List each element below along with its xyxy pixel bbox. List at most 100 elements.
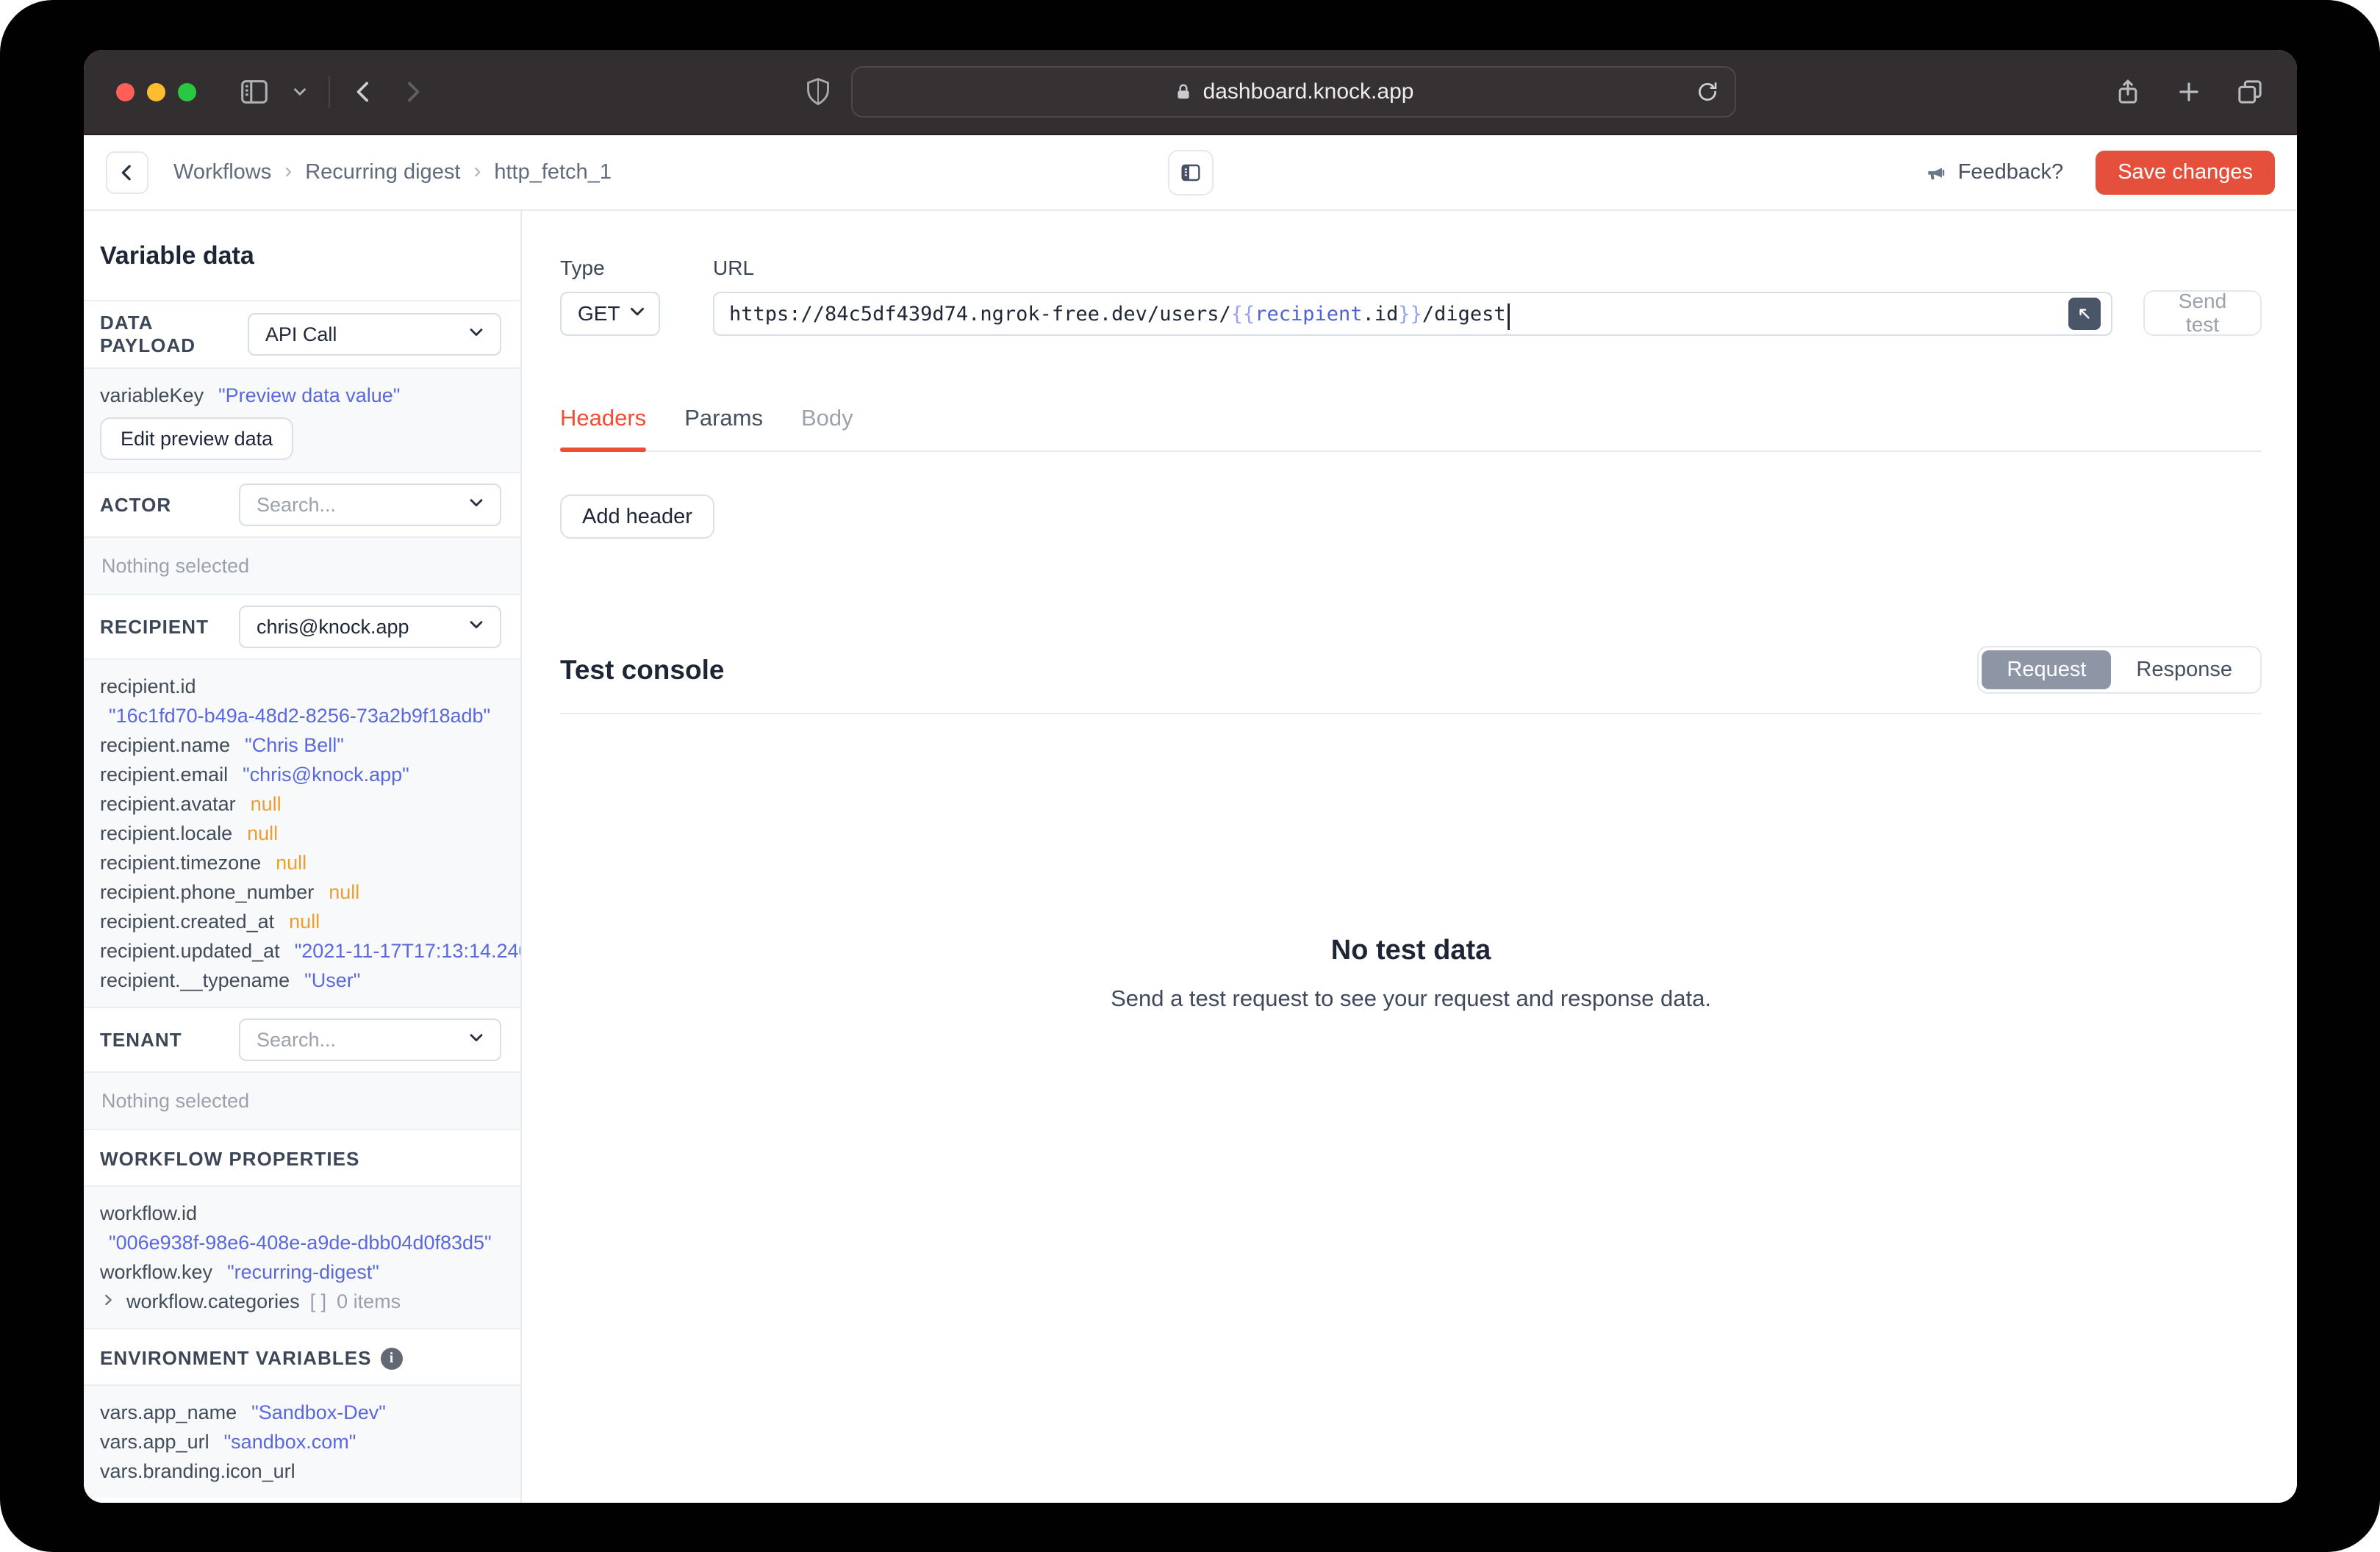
field-value: "006e938f-98e6-408e-a9de-dbb04d0f83d5" bbox=[109, 1232, 492, 1254]
tab-headers[interactable]: Headers bbox=[560, 405, 647, 452]
field-key: recipient.id bbox=[100, 675, 196, 697]
workflow-categories-row[interactable]: workflow.categories [ ] 0 items bbox=[100, 1287, 503, 1316]
add-header-button[interactable]: Add header bbox=[560, 495, 714, 539]
field-value: null bbox=[289, 910, 320, 933]
field-key: recipient.phone_number bbox=[100, 881, 315, 903]
url-segment: .id bbox=[1362, 302, 1399, 326]
environment-variables-header: ENVIRONMENT VARIABLES i bbox=[84, 1328, 520, 1384]
method-group: Type GET bbox=[560, 256, 660, 336]
tenant-select[interactable]: Search... bbox=[239, 1018, 501, 1061]
panel-toggle-icon bbox=[1180, 164, 1200, 181]
field-value: "Sandbox-Dev" bbox=[251, 1401, 386, 1423]
empty-state-title: No test data bbox=[1330, 935, 1491, 966]
back-icon[interactable] bbox=[349, 77, 379, 107]
field-value: "2021-11-17T17:13:14.240Z" bbox=[294, 940, 520, 962]
workflow-properties-label: WORKFLOW PROPERTIES bbox=[100, 1148, 360, 1170]
close-icon[interactable] bbox=[116, 82, 135, 101]
back-button[interactable] bbox=[106, 151, 148, 194]
toggle-request[interactable]: Request bbox=[1982, 650, 2112, 689]
field-value: null bbox=[276, 852, 307, 874]
test-console-divider bbox=[560, 713, 2262, 714]
field-key-row: vars.branding.icon_url bbox=[100, 1456, 503, 1486]
share-icon[interactable] bbox=[2113, 77, 2143, 107]
actor-select[interactable]: Search... bbox=[239, 484, 501, 526]
sidebar-toggle-icon[interactable] bbox=[237, 75, 271, 109]
url-segment: /digest bbox=[1422, 302, 1506, 326]
request-response-toggle: Request Response bbox=[1977, 646, 2262, 694]
breadcrumb-item[interactable]: Recurring digest bbox=[305, 160, 460, 184]
data-payload-value: API Call bbox=[265, 323, 337, 345]
tab-params[interactable]: Params bbox=[684, 405, 763, 450]
field-value: "User" bbox=[304, 969, 361, 991]
actor-placeholder: Search... bbox=[257, 493, 337, 516]
page-header: Workflows › Recurring digest › http_fetch_1 … bbox=[84, 135, 2297, 211]
http-fetch-editor: Type GET URL https://84c5df439d74.ngrok-… bbox=[522, 211, 2297, 1503]
edit-preview-data-button[interactable]: Edit preview data bbox=[100, 417, 294, 460]
field-key: vars.branding.icon_url bbox=[100, 1460, 295, 1482]
address-bar[interactable]: dashboard.knock.app bbox=[851, 66, 1736, 118]
desktop-background: dashboard.knock.app Workflows › Recurrin… bbox=[0, 0, 2380, 1552]
recipient-fields: recipient.id "16c1fd70-b49a-48d2-8256-73a… bbox=[84, 658, 520, 1007]
field-value: "chris@knock.app" bbox=[243, 764, 409, 786]
recipient-row: RECIPIENT chris@knock.app bbox=[84, 594, 520, 658]
zoom-icon[interactable] bbox=[178, 82, 196, 101]
test-console-title: Test console bbox=[560, 654, 725, 685]
reload-icon[interactable] bbox=[1695, 79, 1720, 104]
field-key: variableKey bbox=[100, 384, 204, 406]
recipient-select[interactable]: chris@knock.app bbox=[239, 606, 501, 648]
save-changes-button[interactable]: Save changes bbox=[2096, 150, 2275, 195]
feedback-label: Feedback? bbox=[1957, 160, 2064, 184]
field-row: recipient.timezone null bbox=[100, 848, 503, 877]
environment-variables-label: ENVIRONMENT VARIABLES bbox=[100, 1347, 372, 1369]
tab-overview-icon[interactable] bbox=[2235, 77, 2265, 107]
minimize-icon[interactable] bbox=[147, 82, 165, 101]
send-test-button[interactable]: Send test bbox=[2143, 290, 2262, 336]
toggle-response[interactable]: Response bbox=[2111, 650, 2257, 689]
field-row: vars.app_name "Sandbox-Dev" bbox=[100, 1398, 503, 1427]
breadcrumb-item[interactable]: Workflows bbox=[173, 160, 271, 184]
test-console-header: Test console Request Response bbox=[560, 646, 2262, 694]
new-tab-icon[interactable] bbox=[2175, 78, 2203, 106]
type-label: Type bbox=[560, 256, 605, 279]
url-segment: https://84c5df439d74.ngrok-free.dev/user… bbox=[729, 302, 1231, 326]
url-input[interactable]: https://84c5df439d74.ngrok-free.dev/user… bbox=[713, 292, 2112, 336]
forward-icon[interactable] bbox=[398, 77, 427, 107]
back-chevron-icon bbox=[121, 165, 131, 180]
tab-body[interactable]: Body bbox=[801, 405, 853, 450]
field-row: recipient.email "chris@knock.app" bbox=[100, 760, 503, 789]
panel-toggle-button[interactable] bbox=[1167, 149, 1214, 195]
tenant-placeholder: Search... bbox=[257, 1028, 337, 1051]
browser-toolbar: dashboard.knock.app bbox=[84, 50, 2297, 135]
actor-label: ACTOR bbox=[100, 493, 172, 516]
tenant-row: TENANT Search... bbox=[84, 1007, 520, 1071]
browser-nav bbox=[237, 75, 427, 109]
field-key: recipient.updated_at bbox=[100, 940, 280, 962]
url-segment: }} bbox=[1398, 302, 1422, 326]
url-segment: recipient bbox=[1255, 302, 1363, 326]
chevron-down-icon[interactable] bbox=[290, 82, 309, 101]
request-controls: Type GET URL https://84c5df439d74.ngrok-… bbox=[560, 256, 2262, 336]
field-row: recipient.created_at null bbox=[100, 907, 503, 936]
field-row: recipient.locale null bbox=[100, 819, 503, 848]
data-payload-label: DATA PAYLOAD bbox=[100, 312, 196, 356]
data-payload-select[interactable]: API Call bbox=[247, 313, 501, 356]
privacy-shield-icon[interactable] bbox=[804, 76, 832, 107]
preview-data-row: variableKey "Preview data value" bbox=[100, 381, 503, 410]
feedback-link[interactable]: Feedback? bbox=[1924, 160, 2064, 184]
field-row: recipient.__typename "User" bbox=[100, 966, 503, 995]
field-key: vars.app_name bbox=[100, 1401, 237, 1423]
environment-variables-fields: vars.app_name "Sandbox-Dev" vars.app_url "s… bbox=[84, 1384, 520, 1498]
method-value: GET bbox=[578, 302, 620, 325]
chevron-down-icon bbox=[466, 1027, 487, 1053]
info-icon[interactable]: i bbox=[380, 1347, 403, 1370]
tenant-empty-state: Nothing selected bbox=[84, 1071, 520, 1129]
expand-editor-icon[interactable] bbox=[2068, 298, 2101, 330]
url-label: URL bbox=[713, 256, 755, 279]
preview-data-section: variableKey "Preview data value" Edit pr… bbox=[84, 367, 520, 472]
field-brackets: [ ] bbox=[309, 1290, 327, 1312]
megaphone-icon bbox=[1928, 167, 1944, 179]
method-select[interactable]: GET bbox=[560, 292, 660, 336]
tenant-label: TENANT bbox=[100, 1028, 182, 1051]
workflow-properties-header: WORKFLOW PROPERTIES bbox=[84, 1129, 520, 1185]
field-row: recipient.avatar null bbox=[100, 789, 503, 819]
